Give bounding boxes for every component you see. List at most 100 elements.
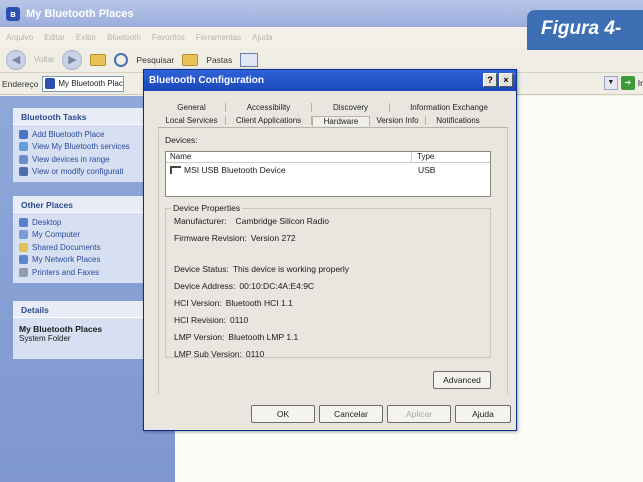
bluetooth-icon: ʙ: [6, 6, 20, 21]
device-properties-group: Device Properties Manufacturer: Cambridge…: [165, 203, 491, 359]
tab-local-services[interactable]: Local Services: [158, 116, 226, 125]
close-button[interactable]: ×: [499, 73, 513, 87]
task-label: View My Bluetooth services: [32, 142, 130, 152]
lmp-version-label: LMP Version:: [174, 332, 225, 342]
tab-notifications[interactable]: Notifications: [426, 116, 490, 125]
place-label: My Computer: [32, 230, 81, 240]
other-places-panel: Other Places Desktop My Computer Shared …: [13, 196, 151, 283]
task-label: Add Bluetooth Place: [32, 129, 105, 139]
apply-button[interactable]: Aplicar: [387, 405, 451, 423]
hci-revision-value: 0110: [229, 315, 249, 325]
devices-list[interactable]: Name Type MSI USB Bluetooth Device USB: [165, 151, 491, 197]
details-title[interactable]: Details: [13, 301, 151, 318]
task-view-services[interactable]: View My Bluetooth services: [19, 141, 151, 154]
add-place-icon: [19, 129, 28, 139]
address-value: My Bluetooth Plac: [58, 79, 123, 88]
menu-exibir[interactable]: Exibir: [76, 33, 96, 42]
lmp-subversion-label: LMP Sub Version:: [174, 349, 242, 359]
status-label: Device Status:: [174, 264, 229, 274]
details-name: My Bluetooth Places: [19, 324, 103, 334]
lmp-subversion-row: LMP Sub Version: 0110: [174, 349, 264, 359]
bluetooth-icon: [45, 78, 56, 89]
tab-hardware[interactable]: Hardware: [312, 115, 370, 126]
network-icon: [19, 255, 28, 265]
configuration-icon: [19, 167, 28, 177]
column-type-header[interactable]: Type: [412, 152, 434, 162]
tab-general[interactable]: General: [158, 102, 226, 112]
column-name-header[interactable]: Name: [166, 152, 412, 162]
cancel-button[interactable]: Cancelar: [319, 405, 383, 423]
ok-button[interactable]: OK: [251, 405, 315, 423]
search-icon[interactable]: [114, 52, 129, 67]
address-row: Device Address: 00:10:DC:4A:E4:9C: [174, 281, 314, 291]
place-desktop[interactable]: Desktop: [19, 216, 151, 229]
place-label: Desktop: [32, 217, 62, 227]
search-button[interactable]: Pesquisar: [136, 55, 174, 65]
lmp-subversion-value: 0110: [245, 349, 265, 359]
menu-ferramentas[interactable]: Ferramentas: [196, 33, 241, 42]
device-row[interactable]: MSI USB Bluetooth Device USB: [166, 163, 490, 177]
hardware-tab-panel: Devices: Name Type MSI USB Bluetooth Dev…: [158, 129, 508, 394]
other-places-title[interactable]: Other Places: [13, 196, 151, 213]
back-label: Voltar: [34, 55, 55, 64]
address-field[interactable]: My Bluetooth Plac: [42, 75, 125, 92]
hci-version-row: HCI Version: Bluetooth HCI 1.1: [174, 298, 293, 308]
advanced-button[interactable]: Advanced: [433, 371, 491, 389]
manufacturer-label: Manufacturer:: [174, 216, 227, 226]
place-label: My Network Places: [32, 255, 101, 265]
help-dialog-button[interactable]: Ajuda: [455, 405, 511, 423]
manufacturer-row: Manufacturer: Cambridge Silicon Radio: [174, 216, 329, 226]
computer-icon: [19, 230, 28, 240]
menu-bluetooth[interactable]: Bluetooth: [107, 33, 141, 42]
task-add-bluetooth-place[interactable]: Add Bluetooth Place: [19, 128, 151, 141]
menu-editar[interactable]: Editar: [44, 33, 65, 42]
firmware-label: Firmware Revision:: [174, 233, 247, 243]
tab-accessibility[interactable]: Accessibility: [226, 102, 312, 112]
go-arrow-icon[interactable]: ➔: [620, 76, 635, 90]
views-icon[interactable]: [240, 52, 259, 67]
folder-icon: [19, 242, 28, 252]
bluetooth-tasks-title[interactable]: Bluetooth Tasks: [13, 108, 151, 125]
device-properties-title: Device Properties: [171, 203, 243, 213]
help-button[interactable]: ?: [483, 73, 497, 87]
details-subtitle: System Folder: [19, 334, 71, 343]
tab-client-applications[interactable]: Client Applications: [226, 116, 312, 125]
tab-strip: General Accessibility Discovery Informat…: [158, 100, 508, 128]
task-label: View or modify configurati: [32, 167, 124, 177]
place-my-computer[interactable]: My Computer: [19, 229, 151, 242]
place-shared-documents[interactable]: Shared Documents: [19, 241, 151, 254]
lmp-version-row: LMP Version: Bluetooth LMP 1.1: [174, 332, 298, 342]
back-button[interactable]: ◀: [6, 49, 26, 70]
bluetooth-configuration-dialog: Bluetooth Configuration ? × General Acce…: [143, 69, 517, 431]
place-label: Shared Documents: [32, 242, 101, 252]
hci-revision-row: HCI Revision: 0110: [174, 315, 248, 325]
tab-information-exchange[interactable]: Information Exchange: [390, 103, 508, 112]
tab-version-info[interactable]: Version Info: [370, 116, 426, 125]
go-label[interactable]: Ir: [638, 78, 643, 88]
menu-ajuda[interactable]: Ajuda: [252, 33, 272, 42]
details-panel: Details My Bluetooth Places System Folde…: [13, 301, 151, 359]
forward-button[interactable]: ▶: [62, 49, 83, 70]
bluetooth-tasks-panel: Bluetooth Tasks Add Bluetooth Place View…: [13, 108, 151, 182]
firmware-value: Version 272: [250, 233, 296, 243]
address-dropdown-button[interactable]: ▼: [603, 76, 618, 90]
folders-icon[interactable]: [182, 53, 199, 66]
place-printers-faxes[interactable]: Printers and Faxes: [19, 266, 151, 279]
manufacturer-value: Cambridge Silicon Radio: [235, 216, 329, 226]
devices-icon: [19, 154, 28, 164]
tab-discovery[interactable]: Discovery: [312, 102, 390, 112]
device-type: USB: [418, 165, 436, 175]
hci-version-value: Bluetooth HCI 1.1: [225, 298, 293, 308]
place-label: Printers and Faxes: [32, 267, 100, 277]
task-view-devices[interactable]: View devices in range: [19, 153, 151, 166]
tab-row-1: General Accessibility Discovery Informat…: [158, 100, 508, 114]
dialog-title-bar[interactable]: Bluetooth Configuration ? ×: [144, 70, 516, 91]
folders-button[interactable]: Pastas: [206, 55, 232, 65]
device-address-value: 00:10:DC:4A:E4:9C: [239, 281, 315, 291]
up-folder-icon[interactable]: [90, 53, 107, 66]
place-my-network-places[interactable]: My Network Places: [19, 254, 151, 267]
explorer-title: My Bluetooth Places: [26, 7, 134, 20]
menu-arquivo[interactable]: Arquivo: [6, 33, 33, 42]
task-modify-configuration[interactable]: View or modify configurati: [19, 166, 151, 179]
menu-favoritos[interactable]: Favoritos: [152, 33, 185, 42]
